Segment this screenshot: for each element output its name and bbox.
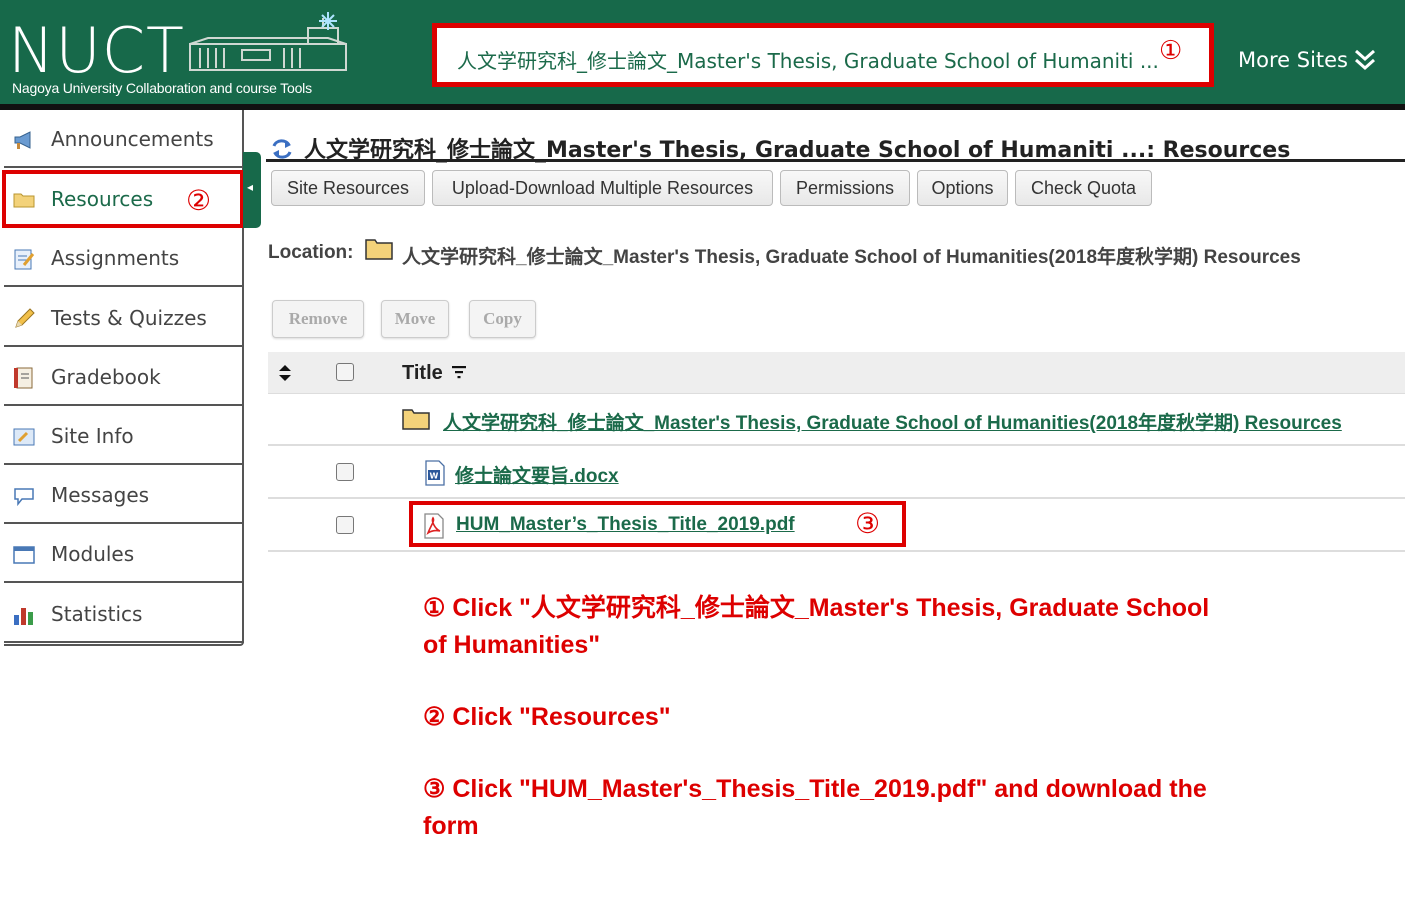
current-site-name: 人文学研究科_修士論文_Master's Thesis, Graduate Sc…	[457, 49, 1159, 73]
select-all-checkbox[interactable]	[336, 363, 354, 381]
current-site-tab[interactable]: 人文学研究科_修士論文_Master's Thesis, Graduate Sc…	[432, 23, 1214, 87]
window-icon	[13, 546, 35, 564]
gradebook-icon	[14, 367, 33, 389]
sort-by-title-icon[interactable]	[452, 365, 466, 379]
highlighted-pdf-file: HUM_Master’s_Thesis_Title_2019.pdf ③	[409, 501, 906, 547]
sidebar-item-modules[interactable]: Modules	[4, 525, 244, 583]
sidebar-item-label: Gradebook	[51, 365, 161, 389]
logo-text: NUCT	[8, 14, 185, 87]
folder-icon	[365, 239, 393, 260]
file-link-docx[interactable]: 修士論文要旨.docx	[455, 461, 619, 488]
check-quota-button[interactable]: Check Quota	[1015, 170, 1152, 206]
permissions-button[interactable]: Permissions	[780, 170, 910, 206]
more-sites-button[interactable]: More Sites	[1238, 48, 1348, 72]
title-column-header[interactable]: Title	[402, 362, 443, 385]
building-logo-icon	[189, 12, 347, 71]
sidebar-item-statistics[interactable]: Statistics	[4, 585, 244, 643]
step-marker-2: ②	[186, 184, 212, 217]
sidebar-item-label: Modules	[51, 542, 135, 566]
resources-table-header: Title	[268, 352, 1405, 394]
move-button[interactable]: Move	[381, 300, 449, 338]
logo-subtitle: Nagoya University Collaboration and cour…	[12, 80, 312, 96]
megaphone-icon	[14, 131, 31, 149]
sidebar-item-label: Messages	[51, 483, 150, 507]
location-label: Location:	[268, 242, 354, 263]
instruction-step-2: ② Click "Resources"	[423, 703, 671, 731]
folder-icon	[13, 193, 35, 208]
pencil-paper-icon	[14, 249, 35, 270]
double-chevron-down-icon[interactable]	[1354, 48, 1376, 72]
upload-download-button[interactable]: Upload-Download Multiple Resources	[432, 170, 773, 206]
row-checkbox[interactable]	[336, 516, 354, 534]
instruction-step-1: ① Click "人文学研究科_修士論文_Master's Thesis, Gr…	[423, 594, 1210, 659]
site-info-icon	[13, 428, 35, 446]
collapse-arrow-icon: ◂	[247, 180, 254, 194]
sidebar-item-tests-quizzes[interactable]: Tests & Quizzes	[4, 289, 244, 347]
file-link-pdf[interactable]: HUM_Master’s_Thesis_Title_2019.pdf	[456, 514, 795, 536]
pencil-icon	[15, 308, 35, 328]
sort-icon[interactable]	[278, 364, 292, 382]
sidebar-item-messages[interactable]: Messages	[4, 466, 244, 524]
speech-bubble-icon	[14, 488, 34, 507]
folder-icon	[402, 409, 430, 430]
sidebar-item-gradebook[interactable]: Gradebook	[4, 348, 244, 406]
root-folder-link[interactable]: 人文学研究科_修士論文_Master's Thesis, Graduate Sc…	[443, 408, 1342, 435]
sidebar-item-resources[interactable]: Resources ②	[2, 170, 244, 228]
sidebar-item-label: Resources	[51, 187, 154, 211]
options-button[interactable]: Options	[917, 170, 1008, 206]
table-row: 人文学研究科_修士論文_Master's Thesis, Graduate Sc…	[268, 394, 1405, 446]
sidebar-item-label: Site Info	[51, 424, 134, 448]
sidebar-item-label: Statistics	[51, 602, 143, 626]
instruction-list: ① Click "人文学研究科_修士論文_Master's Thesis, Gr…	[423, 590, 1213, 880]
sidebar-item-label: Assignments	[51, 246, 180, 270]
location-path: 人文学研究科_修士論文_Master's Thesis, Graduate Sc…	[402, 247, 1301, 268]
word-document-icon: W	[425, 460, 445, 486]
sidebar-item-assignments[interactable]: Assignments	[4, 229, 244, 287]
collapse-menu-toggle[interactable]: ◂	[243, 152, 261, 228]
instruction-step-3: ③ Click "HUM_Master's_Thesis_Title_2019.…	[423, 775, 1207, 840]
bar-chart-icon	[14, 608, 33, 625]
sidebar-item-site-info[interactable]: Site Info	[4, 407, 244, 465]
tool-menu: Announcements Resources ② Assignments Te…	[2, 110, 244, 646]
sidebar-item-announcements[interactable]: Announcements	[4, 110, 244, 168]
reset-icon[interactable]	[270, 138, 294, 160]
table-row: W 修士論文要旨.docx	[268, 446, 1405, 499]
sidebar-item-label: Tests & Quizzes	[51, 306, 207, 330]
pdf-file-icon	[424, 513, 444, 539]
sidebar-item-label: Announcements	[51, 127, 214, 151]
site-resources-button[interactable]: Site Resources	[271, 170, 425, 206]
step-marker-1: ①	[1159, 36, 1183, 66]
svg-text:W: W	[430, 472, 439, 481]
remove-button[interactable]: Remove	[272, 300, 364, 338]
nuct-logo[interactable]: NUCT Nagoya University Collaboration and…	[8, 10, 353, 102]
step-marker-3: ③	[855, 507, 881, 540]
site-header: NUCT Nagoya University Collaboration and…	[0, 0, 1405, 104]
row-checkbox[interactable]	[336, 463, 354, 481]
page-title: 人文学研究科_修士論文_Master's Thesis, Graduate Sc…	[304, 138, 1291, 163]
page-title-bar: 人文学研究科_修士論文_Master's Thesis, Graduate Sc…	[266, 128, 1405, 163]
copy-button[interactable]: Copy	[469, 300, 536, 338]
